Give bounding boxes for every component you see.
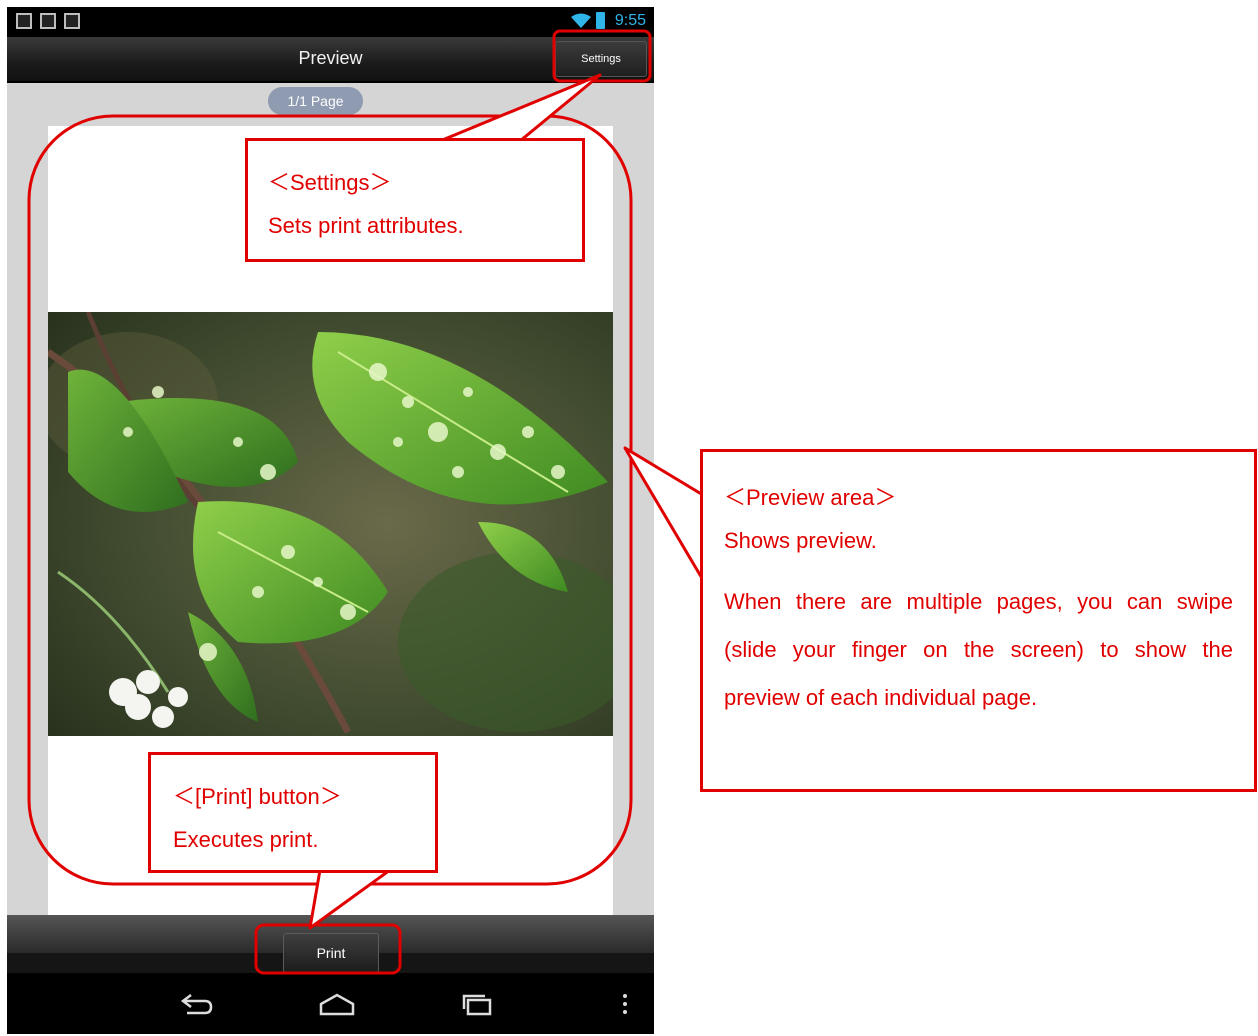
preview-photo bbox=[48, 312, 613, 736]
settings-callout-desc: Sets print attributes. bbox=[268, 213, 464, 238]
settings-callout-title: ＜Settings＞ bbox=[268, 170, 392, 195]
overflow-menu-icon[interactable] bbox=[615, 973, 635, 1034]
action-bar: Preview Settings bbox=[7, 37, 654, 83]
wifi-icon bbox=[571, 13, 591, 28]
recent-apps-icon[interactable] bbox=[447, 973, 507, 1034]
preview-area-callout-title: ＜Preview area＞ bbox=[724, 485, 897, 510]
print-button[interactable]: Print bbox=[283, 933, 379, 973]
gallery-notification-icon bbox=[16, 13, 32, 29]
page-indicator: 1/1 Page bbox=[268, 87, 363, 115]
print-callout: ＜[Print] button＞ Executes print. bbox=[148, 752, 438, 873]
preview-area-callout-desc: When there are multiple pages, you can s… bbox=[724, 589, 1233, 710]
sd-card-notification-icon bbox=[40, 13, 56, 29]
preview-area-callout: ＜Preview area＞ Shows preview. When there… bbox=[700, 449, 1257, 792]
battery-icon bbox=[596, 12, 605, 29]
print-callout-title: ＜[Print] button＞ bbox=[173, 784, 342, 809]
settings-button[interactable]: Settings bbox=[555, 41, 647, 77]
print-callout-desc: Executes print. bbox=[173, 827, 319, 852]
mail-notification-icon bbox=[64, 13, 80, 29]
status-time: 9:55 bbox=[614, 12, 646, 29]
home-icon[interactable] bbox=[307, 973, 367, 1034]
preview-area-callout-line1: Shows preview. bbox=[724, 528, 877, 553]
navigation-bar bbox=[7, 973, 654, 1034]
settings-callout: ＜Settings＞ Sets print attributes. bbox=[245, 138, 585, 262]
status-bar: 9:55 bbox=[7, 7, 654, 37]
back-icon[interactable] bbox=[167, 973, 227, 1034]
